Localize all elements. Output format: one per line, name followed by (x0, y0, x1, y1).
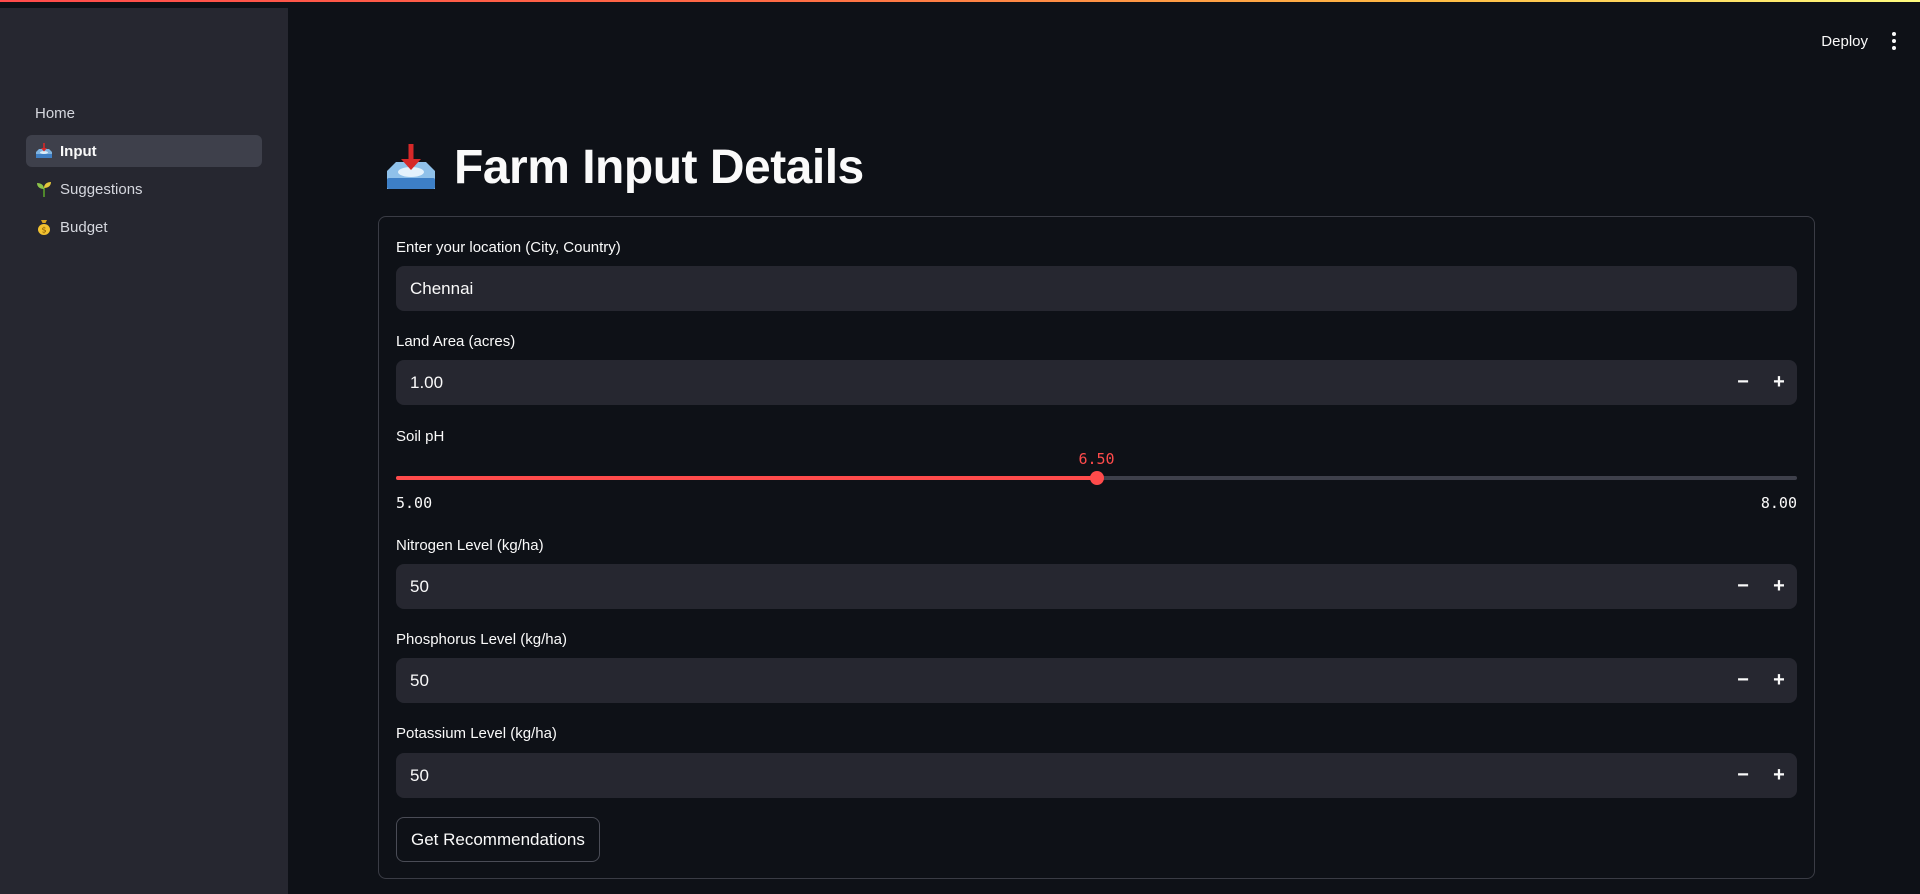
kebab-menu-icon[interactable] (1888, 28, 1900, 54)
get-recommendations-button[interactable]: Get Recommendations (396, 817, 600, 862)
soil-ph-max-label: 8.00 (1760, 494, 1797, 512)
money-bag-icon: $ (35, 218, 53, 236)
sidebar: Home Input Suggestions $ Budget (0, 0, 288, 894)
seedling-icon (35, 180, 53, 198)
sidebar-item-budget[interactable]: $ Budget (26, 211, 262, 243)
phosphorus-input[interactable]: 50 − + (396, 658, 1797, 703)
nitrogen-value: 50 (410, 576, 429, 596)
phosphorus-value: 50 (410, 670, 429, 690)
soil-ph-min-label: 5.00 (396, 494, 433, 512)
land-area-increment-button[interactable]: + (1761, 360, 1797, 405)
phosphorus-increment-button[interactable]: + (1761, 658, 1797, 703)
sidebar-item-home[interactable]: Home (26, 97, 262, 129)
page-header: Farm Input Details (384, 140, 864, 195)
soil-ph-slider-value: 6.50 (1078, 450, 1115, 468)
land-area-value: 1.00 (410, 372, 444, 392)
land-area-input[interactable]: 1.00 − + (396, 360, 1797, 405)
phosphorus-decrement-button[interactable]: − (1725, 658, 1761, 703)
nitrogen-input[interactable]: 50 − + (396, 564, 1797, 609)
potassium-value: 50 (410, 765, 429, 785)
land-area-decrement-button[interactable]: − (1725, 360, 1761, 405)
potassium-decrement-button[interactable]: − (1725, 753, 1761, 798)
app-toolbar: Deploy (1821, 28, 1900, 54)
potassium-input[interactable]: 50 − + (396, 753, 1797, 798)
potassium-increment-button[interactable]: + (1761, 753, 1797, 798)
phosphorus-label: Phosphorus Level (kg/ha) (396, 631, 567, 648)
inbox-tray-icon (384, 141, 438, 195)
page-title: Farm Input Details (454, 141, 864, 194)
nitrogen-increment-button[interactable]: + (1761, 564, 1797, 609)
soil-ph-label: Soil pH (396, 428, 445, 445)
farm-input-form: Enter your location (City, Country) Chen… (378, 216, 1815, 879)
sidebar-item-input[interactable]: Input (26, 135, 262, 167)
nitrogen-label: Nitrogen Level (kg/ha) (396, 537, 544, 554)
header-decoration-bar (0, 0, 1920, 8)
svg-text:$: $ (41, 226, 46, 235)
sidebar-item-label: Home (35, 104, 76, 122)
sidebar-item-label: Suggestions (60, 180, 143, 198)
sidebar-item-label: Input (60, 142, 97, 160)
location-value: Chennai (410, 278, 474, 298)
sidebar-item-label: Budget (60, 218, 108, 236)
potassium-label: Potassium Level (kg/ha) (396, 725, 557, 742)
deploy-button[interactable]: Deploy (1821, 33, 1868, 50)
location-input[interactable]: Chennai (396, 266, 1797, 311)
land-area-label: Land Area (acres) (396, 333, 516, 350)
sidebar-nav: Home Input Suggestions $ Budget (26, 97, 262, 249)
location-label: Enter your location (City, Country) (396, 239, 621, 256)
soil-ph-slider-thumb[interactable] (1089, 471, 1104, 485)
soil-ph-slider-track[interactable] (396, 471, 1797, 485)
nitrogen-decrement-button[interactable]: − (1725, 564, 1761, 609)
sidebar-item-suggestions[interactable]: Suggestions (26, 173, 262, 205)
inbox-tray-icon (35, 142, 53, 160)
soil-ph-slider-fill (396, 476, 1097, 480)
